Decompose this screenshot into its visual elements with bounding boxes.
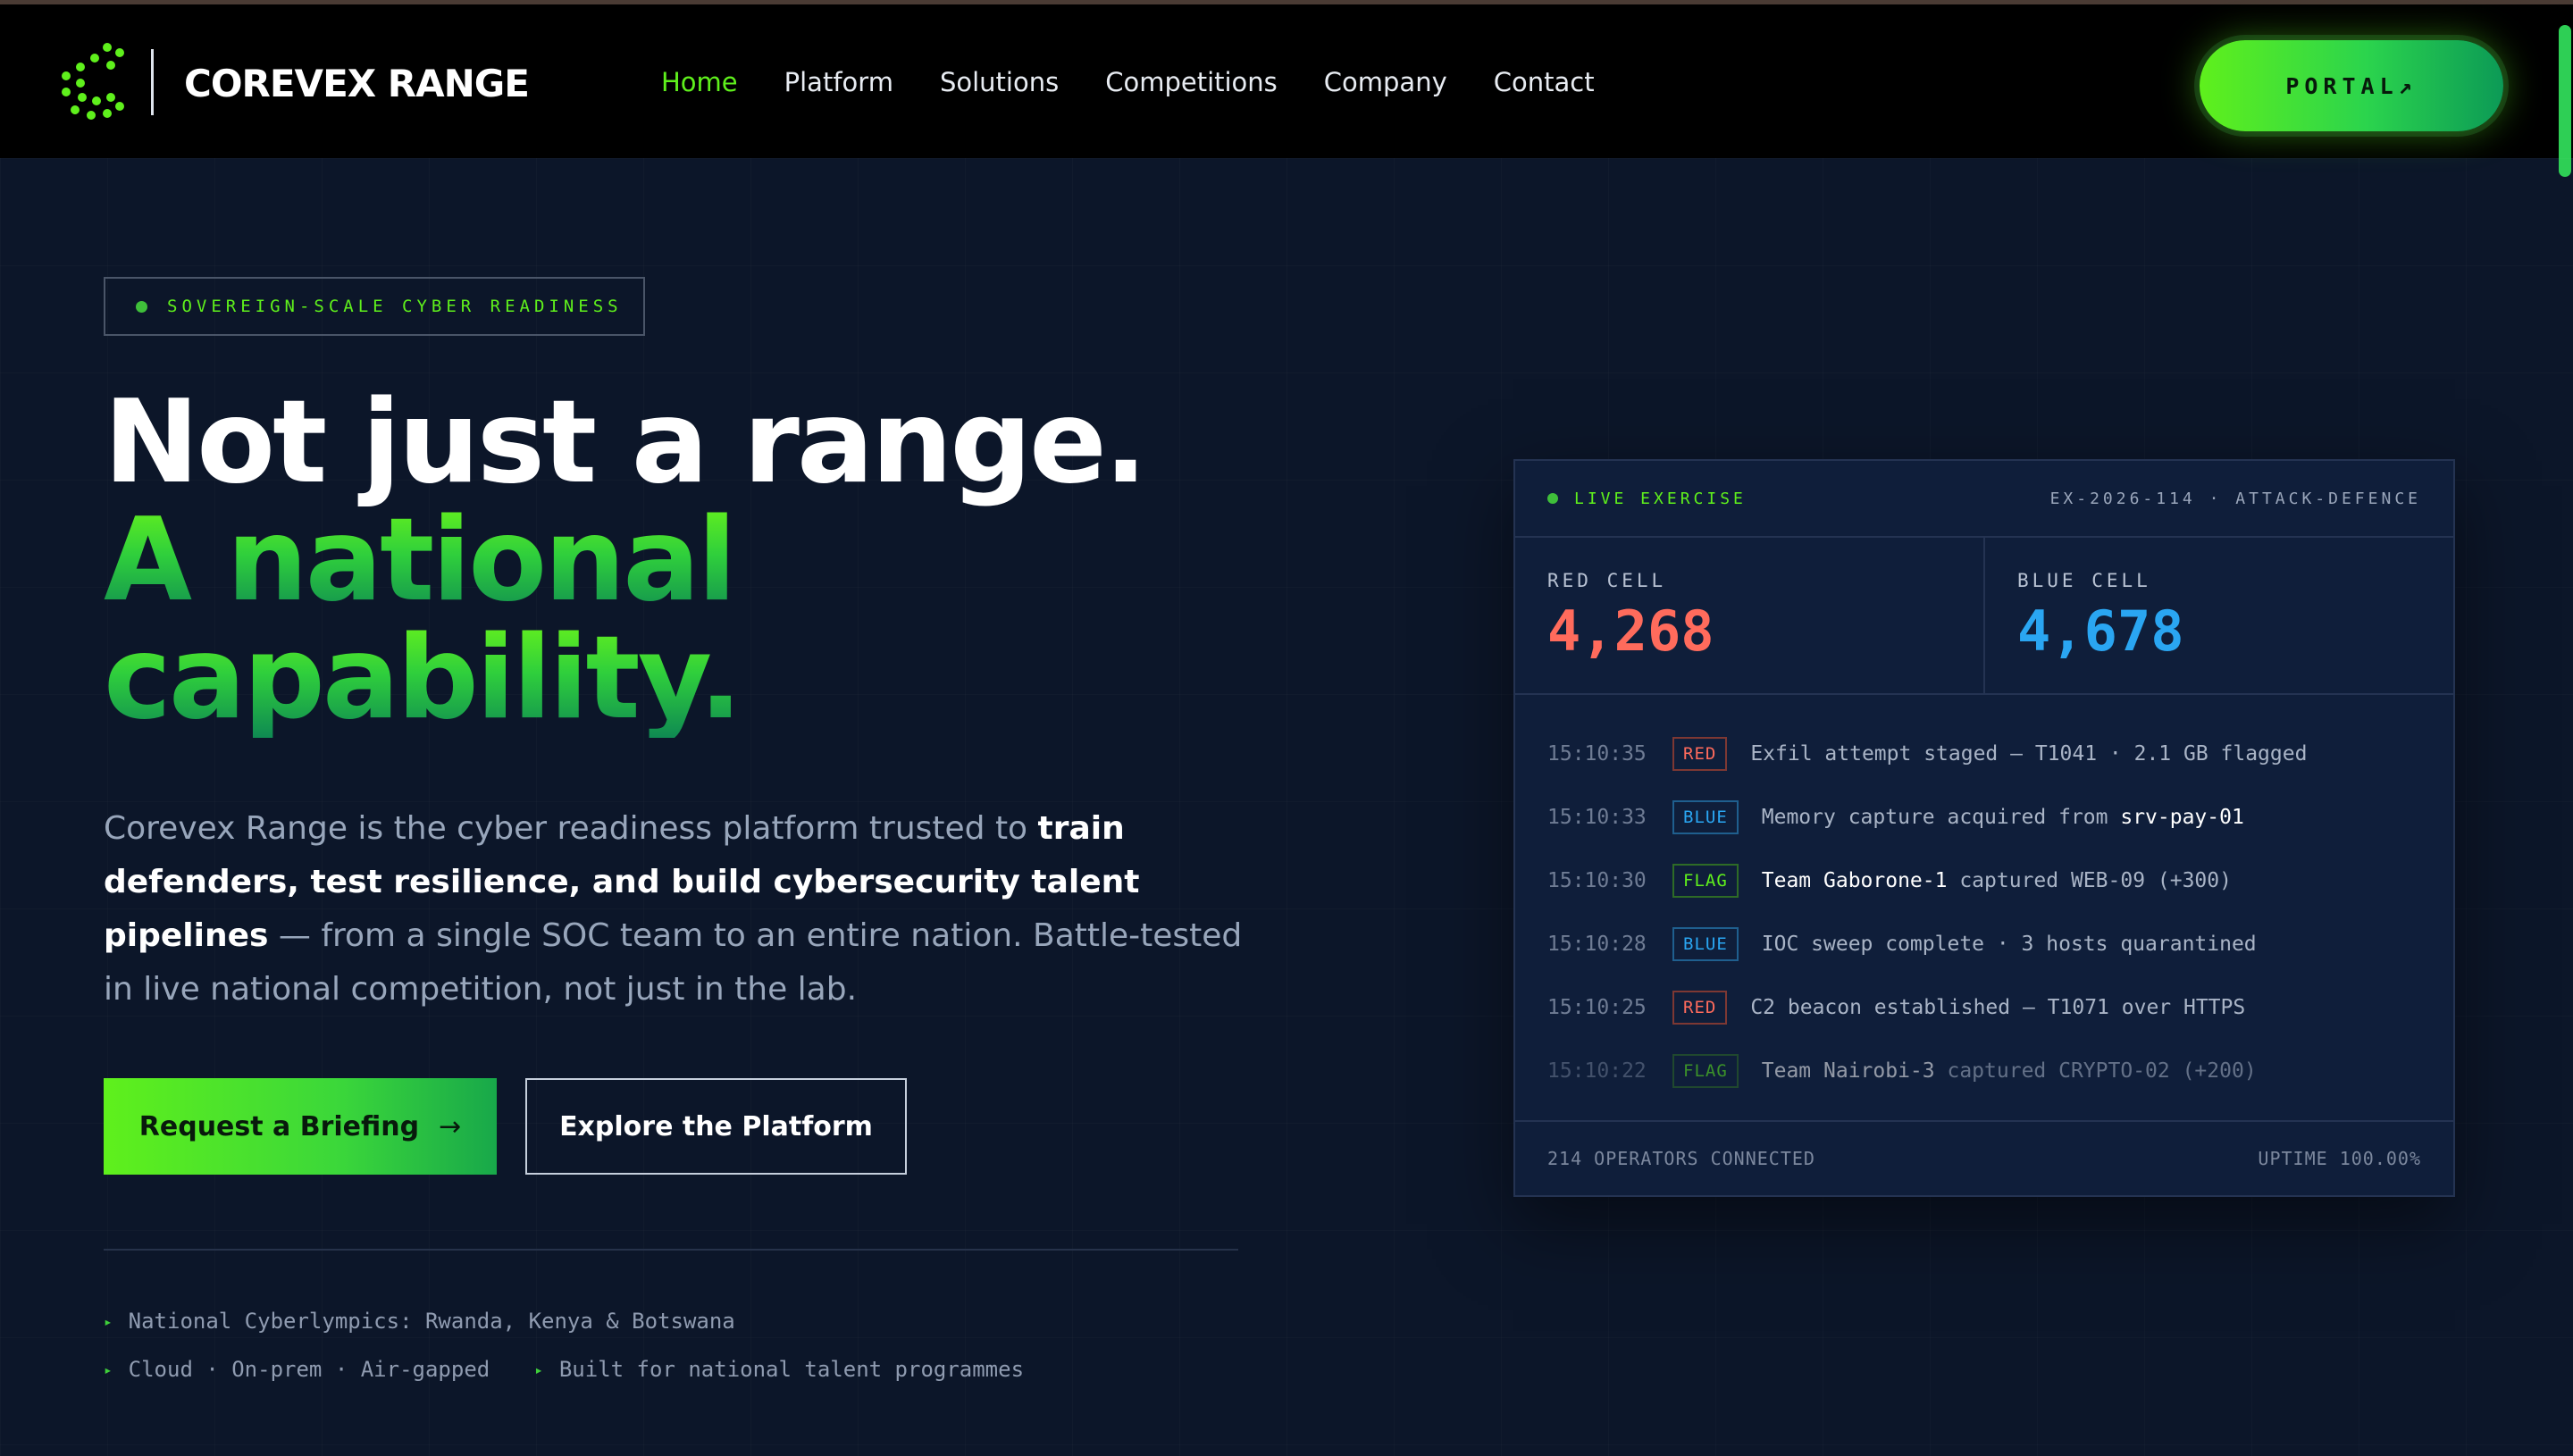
feed-tag: RED bbox=[1672, 990, 1728, 1025]
feed-row: 15:10:25 RED C2 beacon established — T1071… bbox=[1547, 975, 2423, 1039]
explore-platform-button[interactable]: Explore the Platform bbox=[525, 1078, 907, 1175]
hero-headline: Not just a range. A national capability. bbox=[104, 384, 1444, 738]
feed-message: Team Nairobi-3 captured CRYPTO-02 (+200) bbox=[1762, 1059, 2257, 1083]
feed-message: Team Gaborone-1 captured WEB-09 (+300) bbox=[1762, 869, 2232, 892]
feed-row: 15:10:28 BLUE IOC sweep complete · 3 hosts… bbox=[1547, 912, 2423, 975]
feed-row: 15:10:22 FLAG Team Nairobi-3 captured CRYP… bbox=[1547, 1039, 2423, 1102]
hero-lead-paragraph: Corevex Range is the cyber readiness pla… bbox=[104, 802, 1265, 1017]
event-feed: 15:10:35 RED Exfil attempt staged — T1041 … bbox=[1547, 722, 2423, 1131]
arrow-right-icon: → bbox=[439, 1110, 462, 1142]
feed-timestamp: 15:10:28 bbox=[1547, 932, 1647, 956]
feed-row: 15:10:33 BLUE Memory capture acquired from… bbox=[1547, 785, 2423, 849]
feed-message: Exfil attempt staged — T1041 · 2.1 GB fl… bbox=[1750, 742, 2307, 766]
highlight-item: ▸ National Cyberlympics: Rwanda, Kenya &… bbox=[104, 1309, 735, 1334]
lead-intro: Corevex Range is the cyber readiness pla… bbox=[104, 810, 1038, 847]
feed-tag: FLAG bbox=[1672, 1053, 1739, 1088]
feed-timestamp: 15:10:35 bbox=[1547, 741, 1647, 766]
feed-timestamp: 15:10:25 bbox=[1547, 995, 1647, 1019]
triangle-bullet-icon: ▸ bbox=[104, 1360, 113, 1378]
feed-tag: BLUE bbox=[1672, 799, 1739, 834]
scoreboard: RED CELL 4,268 BLUE CELL 4,678 bbox=[1515, 538, 2453, 695]
headline-line-1: Not just a range. bbox=[104, 376, 1147, 509]
nav-link-competitions[interactable]: Competitions bbox=[1105, 67, 1278, 97]
highlight-item: ▸ Cloud · On-prem · Air-gapped bbox=[104, 1357, 490, 1382]
feed-tag: BLUE bbox=[1672, 926, 1739, 961]
nav-link-contact[interactable]: Contact bbox=[1494, 67, 1595, 97]
feed-row: 15:10:30 FLAG Team Gaborone-1 captured WEB… bbox=[1547, 849, 2423, 912]
hero-badge-text: SOVEREIGN-SCALE CYBER READINESS bbox=[167, 297, 623, 316]
feed-message-text: captured WEB-09 (+300) bbox=[1947, 868, 2232, 892]
portal-button[interactable]: PORTAL↗ bbox=[2200, 40, 2503, 131]
red-cell-label: RED CELL bbox=[1547, 570, 1667, 591]
hero-highlights: ▸ National Cyberlympics: Rwanda, Kenya &… bbox=[104, 1297, 1069, 1393]
headline-line-3: capability. bbox=[104, 620, 1444, 738]
feed-message-text: IOC sweep complete · 3 hosts quarantined bbox=[1761, 932, 2257, 956]
request-briefing-button[interactable]: Request a Briefing → bbox=[104, 1078, 497, 1175]
feed-message-text: C2 beacon established — T1071 over HTTPS bbox=[1750, 995, 2246, 1019]
live-exercise-label: LIVE EXERCISE bbox=[1574, 489, 1747, 508]
panel-header: LIVE EXERCISE EX-2026-114 · ATTACK-DEFEN… bbox=[1515, 461, 2453, 538]
feed-message-highlight: srv-pay-01 bbox=[2120, 805, 2244, 829]
headline-line-2: A national bbox=[104, 502, 1444, 620]
highlight-text: Cloud · On-prem · Air-gapped bbox=[128, 1357, 490, 1382]
feed-message: IOC sweep complete · 3 hosts quarantined bbox=[1762, 933, 2257, 956]
hero-divider bbox=[104, 1249, 1238, 1251]
highlight-text: National Cyberlympics: Rwanda, Kenya & B… bbox=[128, 1309, 735, 1334]
brand-wordmark[interactable]: COREVEX RANGE bbox=[184, 62, 530, 105]
panel-footer: 214 OPERATORS CONNECTED UPTIME 100.00% bbox=[1515, 1120, 2453, 1195]
triangle-bullet-icon: ▸ bbox=[534, 1360, 543, 1378]
feed-message: C2 beacon established — T1071 over HTTPS bbox=[1750, 996, 2245, 1019]
highlights-row: ▸ Cloud · On-prem · Air-gapped ▸ Built f… bbox=[104, 1345, 1069, 1393]
feed-message-text: Memory capture acquired from bbox=[1761, 805, 2121, 829]
uptime-status: UPTIME 100.00% bbox=[2258, 1148, 2421, 1169]
status-dot-icon bbox=[136, 300, 147, 313]
feed-timestamp: 15:10:30 bbox=[1547, 868, 1647, 892]
nav-link-home[interactable]: Home bbox=[661, 67, 738, 97]
highlight-text: Built for national talent programmes bbox=[558, 1357, 1025, 1382]
request-briefing-label: Request a Briefing bbox=[138, 1110, 420, 1142]
blue-cell-label: BLUE CELL bbox=[2017, 570, 2151, 591]
red-cell-score: RED CELL 4,268 bbox=[1515, 538, 1983, 693]
feed-timestamp: 15:10:22 bbox=[1547, 1059, 1647, 1083]
live-dot-icon bbox=[1547, 493, 1558, 504]
feed-message-text: Exfil attempt staged — T1041 · 2.1 GB fl… bbox=[1750, 741, 2308, 766]
blue-cell-value: 4,678 bbox=[2017, 598, 2184, 664]
feed-tag: RED bbox=[1672, 736, 1728, 771]
highlight-item: ▸ Built for national talent programmes bbox=[534, 1357, 1024, 1382]
brand-name-main: COREVEX bbox=[184, 62, 376, 105]
operators-connected: 214 OPERATORS CONNECTED bbox=[1547, 1148, 1815, 1169]
feed-timestamp: 15:10:33 bbox=[1547, 805, 1647, 829]
feed-tag: FLAG bbox=[1672, 863, 1739, 898]
nav-link-company[interactable]: Company bbox=[1324, 67, 1447, 97]
lead-outro: — from a single SOC team to an entire na… bbox=[104, 917, 1243, 1008]
feed-message-highlight: Team Nairobi-3 bbox=[1761, 1059, 1935, 1083]
top-navigation: COREVEX RANGE Home Platform Solutions Co… bbox=[0, 4, 2573, 158]
feed-message: Memory capture acquired from srv-pay-01 bbox=[1762, 806, 2244, 829]
triangle-bullet-icon: ▸ bbox=[104, 1312, 113, 1330]
exercise-id: EX-2026-114 · ATTACK-DEFENCE bbox=[2049, 489, 2421, 508]
logo-icon bbox=[62, 43, 124, 120]
feed-message-highlight: Team Gaborone-1 bbox=[1761, 868, 1948, 892]
scrollbar-thumb[interactable] bbox=[2559, 25, 2571, 177]
brand-name-suffix: RANGE bbox=[387, 62, 530, 105]
live-exercise-panel: LIVE EXERCISE EX-2026-114 · ATTACK-DEFEN… bbox=[1513, 459, 2455, 1197]
red-cell-value: 4,268 bbox=[1547, 598, 1714, 664]
hero-badge: SOVEREIGN-SCALE CYBER READINESS bbox=[104, 277, 645, 336]
nav-link-solutions[interactable]: Solutions bbox=[940, 67, 1059, 97]
blue-cell-score: BLUE CELL 4,678 bbox=[1983, 538, 2453, 693]
nav-links: Home Platform Solutions Competitions Com… bbox=[661, 67, 1641, 97]
nav-link-platform[interactable]: Platform bbox=[784, 67, 893, 97]
feed-message-text: captured CRYPTO-02 (+200) bbox=[1934, 1059, 2257, 1083]
highlights-row: ▸ National Cyberlympics: Rwanda, Kenya &… bbox=[104, 1297, 1069, 1345]
logo-divider bbox=[151, 49, 154, 115]
feed-row: 15:10:35 RED Exfil attempt staged — T1041 … bbox=[1547, 722, 2423, 785]
